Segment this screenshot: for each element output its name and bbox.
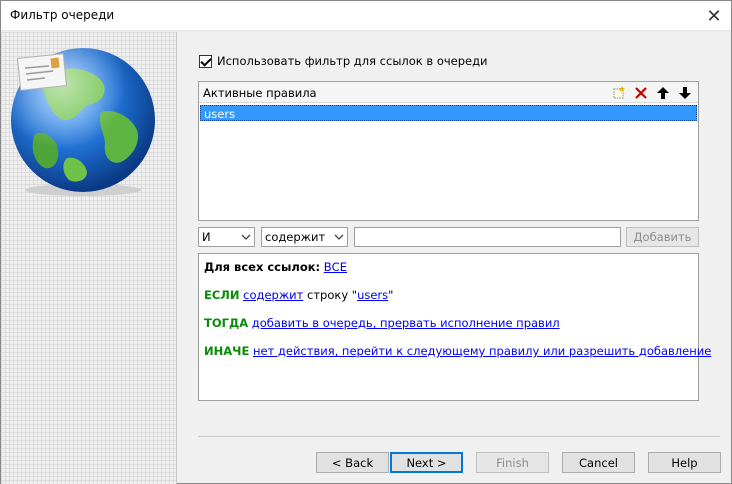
dialog-window: Фильтр очереди ✕ Использовать фильтр для… (0, 0, 732, 484)
rules-header: Активные правила (199, 82, 698, 103)
use-filter-label: Использовать фильтр для ссылок в очереди (217, 54, 488, 68)
use-filter-checkbox-row[interactable]: Использовать фильтр для ссылок в очереди (199, 54, 488, 68)
then-line: ТОГДА добавить в очередь, прервать испол… (204, 316, 560, 330)
if-text: строку " (303, 288, 358, 302)
condition-select-value: содержит (265, 230, 326, 244)
for-all-line: Для всех ссылок: ВСЕ (204, 260, 347, 274)
chevron-down-icon (241, 234, 251, 240)
close-icon[interactable]: ✕ (697, 1, 731, 31)
if-value-link[interactable]: users (357, 288, 388, 302)
if-keyword: ЕСЛИ (204, 288, 240, 302)
for-all-label: Для всех ссылок: (204, 260, 321, 274)
if-condition-link[interactable]: содержит (243, 288, 303, 302)
finish-button[interactable]: Finish (476, 452, 549, 473)
move-down-icon[interactable] (676, 84, 694, 101)
rule-item-users[interactable]: users (200, 105, 697, 121)
new-rule-icon[interactable] (610, 84, 628, 101)
title-bar: Фильтр очереди ✕ (1, 1, 731, 31)
else-action-link[interactable]: нет действия, перейти к следующему прави… (253, 344, 711, 358)
help-button[interactable]: Help (648, 452, 721, 473)
logic-select-value: И (202, 230, 211, 244)
rules-toolbar (610, 84, 694, 101)
cancel-button[interactable]: Cancel (562, 452, 635, 473)
if-end: " (388, 288, 394, 302)
globe-icon (11, 48, 155, 196)
else-keyword: ИНАЧЕ (204, 344, 250, 358)
add-rule-button[interactable]: Добавить (626, 227, 699, 247)
then-action-link[interactable]: добавить в очередь, прервать исполнение … (252, 316, 560, 330)
active-rules-list: Активные правила users (198, 81, 699, 221)
delete-icon[interactable] (632, 84, 650, 101)
next-button[interactable]: Next > (390, 452, 463, 473)
for-all-link[interactable]: ВСЕ (324, 260, 347, 274)
rule-description: Для всех ссылок: ВСЕ ЕСЛИ содержит строк… (198, 253, 711, 401)
back-button[interactable]: < Back (316, 452, 389, 473)
else-line: ИНАЧЕ нет действия, перейти к следующему… (204, 344, 711, 358)
logic-select[interactable]: И (198, 227, 255, 247)
move-up-icon[interactable] (654, 84, 672, 101)
chevron-down-icon (334, 234, 344, 240)
wizard-side-panel (1, 32, 177, 484)
use-filter-checkbox[interactable] (199, 54, 212, 68)
rules-header-title: Активные правила (203, 86, 317, 100)
condition-select[interactable]: содержит (261, 227, 348, 247)
if-line: ЕСЛИ содержит строку "users" (204, 288, 393, 302)
footer-divider (198, 436, 720, 437)
rule-text-input[interactable] (354, 227, 621, 247)
then-keyword: ТОГДА (204, 316, 249, 330)
window-title: Фильтр очереди (10, 8, 115, 22)
